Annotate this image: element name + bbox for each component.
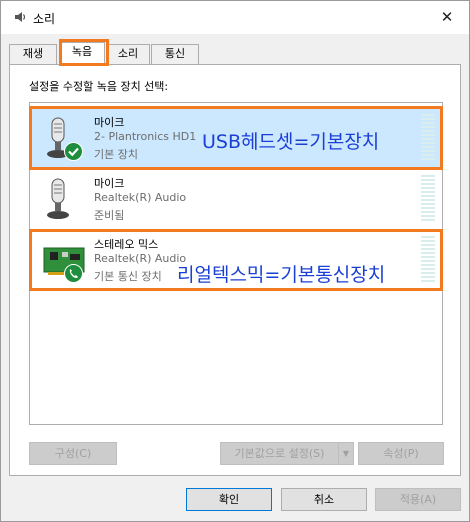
cancel-button[interactable]: 취소 bbox=[281, 488, 367, 511]
microphone-icon bbox=[42, 175, 86, 223]
stereo-mix-highlight-box bbox=[29, 229, 443, 291]
window-title: 소리 bbox=[33, 12, 56, 26]
tab-playback[interactable]: 재생 bbox=[9, 44, 57, 64]
device-status: 준비됨 bbox=[94, 209, 125, 222]
close-button[interactable]: ✕ bbox=[425, 1, 469, 33]
device-description: Realtek(R) Audio bbox=[94, 191, 187, 204]
device-name: 마이크 bbox=[94, 177, 125, 190]
level-meter bbox=[421, 175, 435, 223]
close-icon: ✕ bbox=[440, 8, 454, 26]
tab-communications[interactable]: 통신 bbox=[151, 44, 199, 64]
device-item-microphone[interactable]: 마이크 Realtek(R) Audio 준비됨 bbox=[30, 169, 442, 229]
configure-button[interactable]: 구성(C) bbox=[29, 442, 117, 465]
tab-sounds[interactable]: 소리 bbox=[106, 44, 150, 64]
tab-highlight-box bbox=[59, 39, 109, 66]
title-bar: 소리 ✕ bbox=[1, 1, 469, 34]
set-default-label: 기본값으로 설정(S) bbox=[234, 447, 325, 460]
apply-button[interactable]: 적용(A) bbox=[375, 488, 461, 511]
ok-button[interactable]: 확인 bbox=[186, 488, 272, 511]
set-default-button[interactable]: 기본값으로 설정(S) ▼ bbox=[220, 442, 354, 465]
speaker-icon bbox=[13, 10, 27, 24]
instruction-text: 설정을 수정할 녹음 장치 선택: bbox=[29, 80, 169, 93]
properties-button[interactable]: 속성(P) bbox=[358, 442, 444, 465]
sound-dialog: 소리 ✕ 재생 녹음 소리 통신 설정을 수정할 녹음 장치 선택: 마이크 2… bbox=[0, 0, 470, 522]
headset-highlight-box bbox=[29, 106, 443, 170]
chevron-down-icon[interactable]: ▼ bbox=[338, 443, 353, 464]
